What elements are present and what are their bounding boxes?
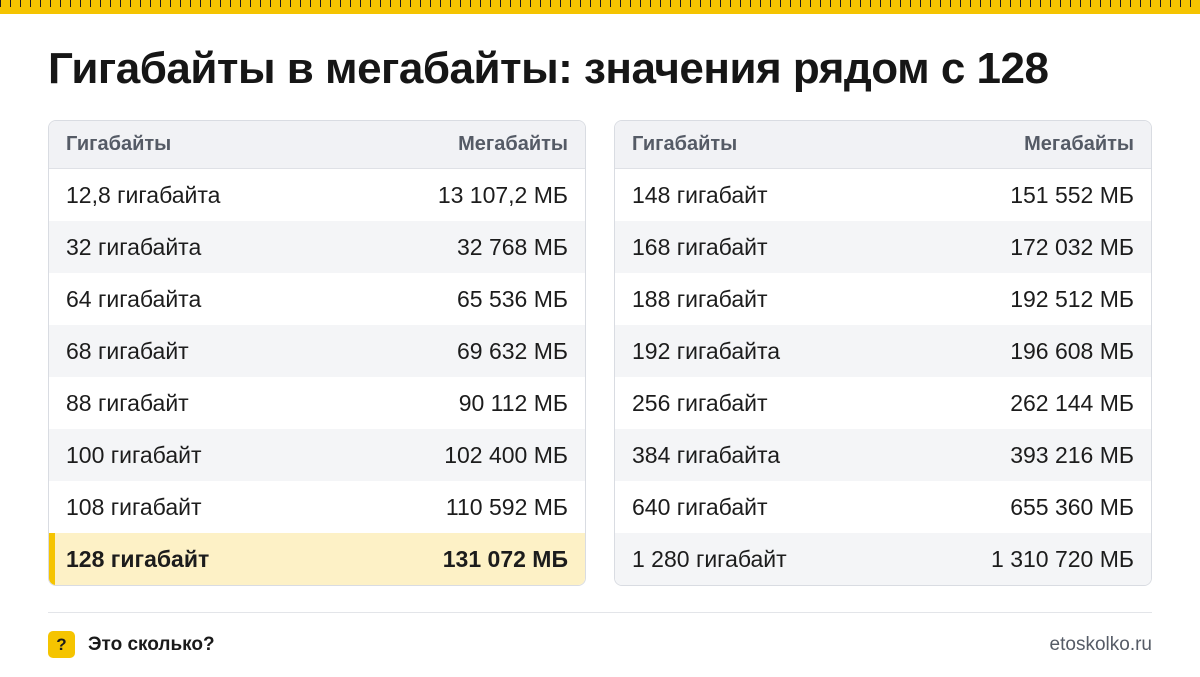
table-row: 192 гигабайта 196 608 МБ [615,325,1151,377]
gigabytes-cell: 88 гигабайт [66,389,189,416]
table-row: 64 гигабайта 65 536 МБ [49,273,585,325]
highlighted-table-row: 128 гигабайт 131 072 МБ [49,533,585,585]
table-row: 148 гигабайт 151 552 МБ [615,169,1151,221]
megabytes-cell: 102 400 МБ [444,441,568,468]
megabytes-cell: 110 592 МБ [445,493,568,520]
table-row: 32 гигабайта 32 768 МБ [49,221,585,273]
megabytes-cell: 13 107,2 МБ [437,181,568,208]
gigabytes-cell: 148 гигабайт [632,181,768,208]
page-title: Гигабайты в мегабайты: значения рядом с … [48,44,1049,93]
gigabytes-cell: 168 гигабайт [632,233,768,260]
megabytes-cell: 32 768 МБ [457,233,568,260]
megabytes-cell: 192 512 МБ [1010,285,1134,312]
gigabytes-cell: 100 гигабайт [66,441,202,468]
column-header-megabytes: Мегабайты [458,133,568,155]
column-header-gigabytes: Гигабайты [66,133,172,155]
megabytes-cell: 151 552 МБ [1010,181,1134,208]
table-row: 256 гигабайт 262 144 МБ [615,377,1151,429]
table-row: 168 гигабайт 172 032 МБ [615,221,1151,273]
table-row: 1 280 гигабайт 1 310 720 МБ [615,533,1151,585]
table-row: 640 гигабайт 655 360 МБ [615,481,1151,533]
megabytes-cell: 196 608 МБ [1010,337,1134,364]
gigabytes-cell: 256 гигабайт [632,389,768,416]
table-row: 188 гигабайт 192 512 МБ [615,273,1151,325]
table-row: 12,8 гигабайта 13 107,2 МБ [49,169,585,221]
megabytes-cell: 655 360 МБ [1010,493,1134,520]
gigabytes-cell: 12,8 гигабайта [66,181,221,208]
megabytes-cell: 65 536 МБ [457,285,568,312]
gigabytes-cell: 68 гигабайт [66,337,189,364]
column-header-megabytes: Мегабайты [1024,133,1134,155]
table-row: 88 гигабайт 90 112 МБ [49,377,585,429]
site-link[interactable]: etoskolko.ru [1050,634,1152,656]
megabytes-cell: 172 032 МБ [1010,233,1134,260]
gigabytes-cell: 128 гигабайт [66,545,210,572]
megabytes-cell: 69 632 МБ [457,337,568,364]
table-row: 100 гигабайт 102 400 МБ [49,429,585,481]
table-body: 148 гигабайт 151 552 МБ 168 гигабайт 172 0… [615,169,1151,585]
megabytes-cell: 1 310 720 МБ [991,545,1134,572]
gigabytes-cell: 108 гигабайт [66,493,202,520]
table-row: 108 гигабайт 110 592 МБ [49,481,585,533]
gigabytes-cell: 640 гигабайт [632,493,768,520]
megabytes-cell: 393 216 МБ [1010,441,1134,468]
table-row: 68 гигабайт 69 632 МБ [49,325,585,377]
megabytes-cell: 90 112 МБ [458,389,568,416]
footer-divider [48,612,1152,613]
conversion-table-left: Гигабайты Мегабайты 12,8 гигабайта 13 107… [48,120,586,586]
ruler-strip [0,0,1200,14]
megabytes-cell: 131 072 МБ [442,545,568,572]
gigabytes-cell: 64 гигабайта [66,285,202,312]
gigabytes-cell: 384 гигабайта [632,441,781,468]
gigabytes-cell: 192 гигабайта [632,337,781,364]
gigabytes-cell: 188 гигабайт [632,285,768,312]
question-mark-icon: ? [48,631,75,658]
gigabytes-cell: 32 гигабайта [66,233,202,260]
table-row: 384 гигабайта 393 216 МБ [615,429,1151,481]
table-header: Гигабайты Мегабайты [615,121,1151,169]
table-header: Гигабайты Мегабайты [49,121,585,169]
conversion-table-right: Гигабайты Мегабайты 148 гигабайт 151 552 … [614,120,1152,586]
brand-name: Это сколько? [88,634,215,655]
gigabytes-cell: 1 280 гигабайт [632,545,787,572]
table-body: 12,8 гигабайта 13 107,2 МБ 32 гигабайта 32… [49,169,585,585]
column-header-gigabytes: Гигабайты [632,133,738,155]
megabytes-cell: 262 144 МБ [1010,389,1134,416]
